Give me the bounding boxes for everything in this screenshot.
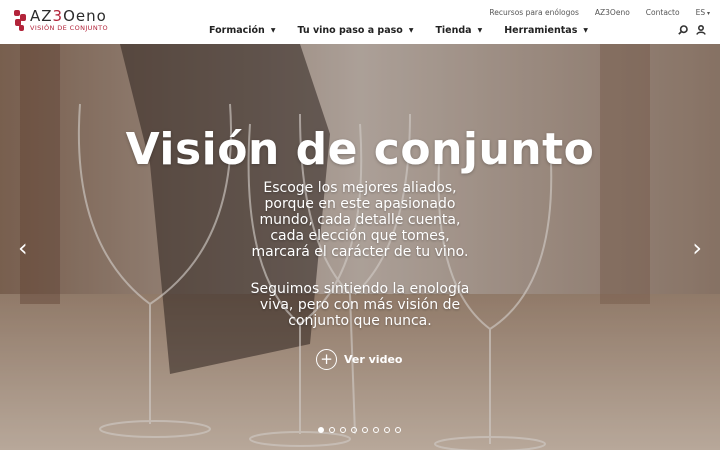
caret-down-icon: ▼	[583, 27, 588, 34]
caret-down-icon: ▼	[477, 27, 483, 34]
nav-item-herramientas[interactable]: Herramientas ▼	[504, 25, 588, 36]
language-selector[interactable]: ES	[696, 8, 710, 17]
nav-item-tienda[interactable]: Tienda ▼	[435, 25, 482, 36]
slider-dot[interactable]	[395, 427, 401, 433]
slider-dot[interactable]	[318, 427, 324, 433]
nav-item-tu-vino[interactable]: Tu vino paso a paso ▼	[297, 25, 413, 36]
caret-down-icon: ▼	[270, 27, 276, 34]
logo-mark-icon	[14, 10, 26, 32]
nav-item-formacion[interactable]: Formación ▼	[209, 25, 275, 36]
logo-name: AZ3Oeno	[30, 7, 107, 25]
hero-paragraph-1: Escoge los mejores aliados, porque en es…	[251, 180, 469, 260]
hero-slider: ‹ › Visión de conjunto Escoge los mejore…	[0, 44, 720, 450]
slider-dot[interactable]	[351, 427, 357, 433]
slider-dot[interactable]	[362, 427, 368, 433]
header-tools	[678, 25, 706, 35]
slider-dot[interactable]	[329, 427, 335, 433]
top-utility-bar: Recursos para enólogos AZ3Oeno Contacto …	[489, 8, 710, 17]
logo-tagline: VISIÓN DE CONJUNTO	[30, 24, 108, 32]
watch-video-label: Ver video	[344, 353, 403, 366]
slider-pagination	[318, 427, 401, 433]
topbar-link-contacto[interactable]: Contacto	[646, 8, 680, 17]
user-icon[interactable]	[696, 25, 706, 35]
hero-title: Visión de conjunto	[125, 124, 595, 175]
site-header: AZ3Oeno VISIÓN DE CONJUNTO Recursos para…	[0, 0, 720, 44]
plus-icon: +	[316, 349, 337, 370]
caret-down-icon: ▼	[408, 27, 414, 34]
slider-dot[interactable]	[340, 427, 346, 433]
site-logo[interactable]: AZ3Oeno VISIÓN DE CONJUNTO	[14, 8, 108, 33]
search-icon[interactable]	[678, 25, 688, 35]
topbar-link-recursos[interactable]: Recursos para enólogos	[489, 8, 579, 17]
slider-dot[interactable]	[384, 427, 390, 433]
hero-paragraph-2: Seguimos sintiendo la enología viva, per…	[250, 281, 470, 329]
topbar-link-az3oeno[interactable]: AZ3Oeno	[595, 8, 630, 17]
watch-video-button[interactable]: + Ver video	[316, 349, 402, 370]
main-nav: Formación ▼ Tu vino paso a paso ▼ Tienda ▼ …	[209, 25, 588, 36]
slider-dot[interactable]	[373, 427, 379, 433]
